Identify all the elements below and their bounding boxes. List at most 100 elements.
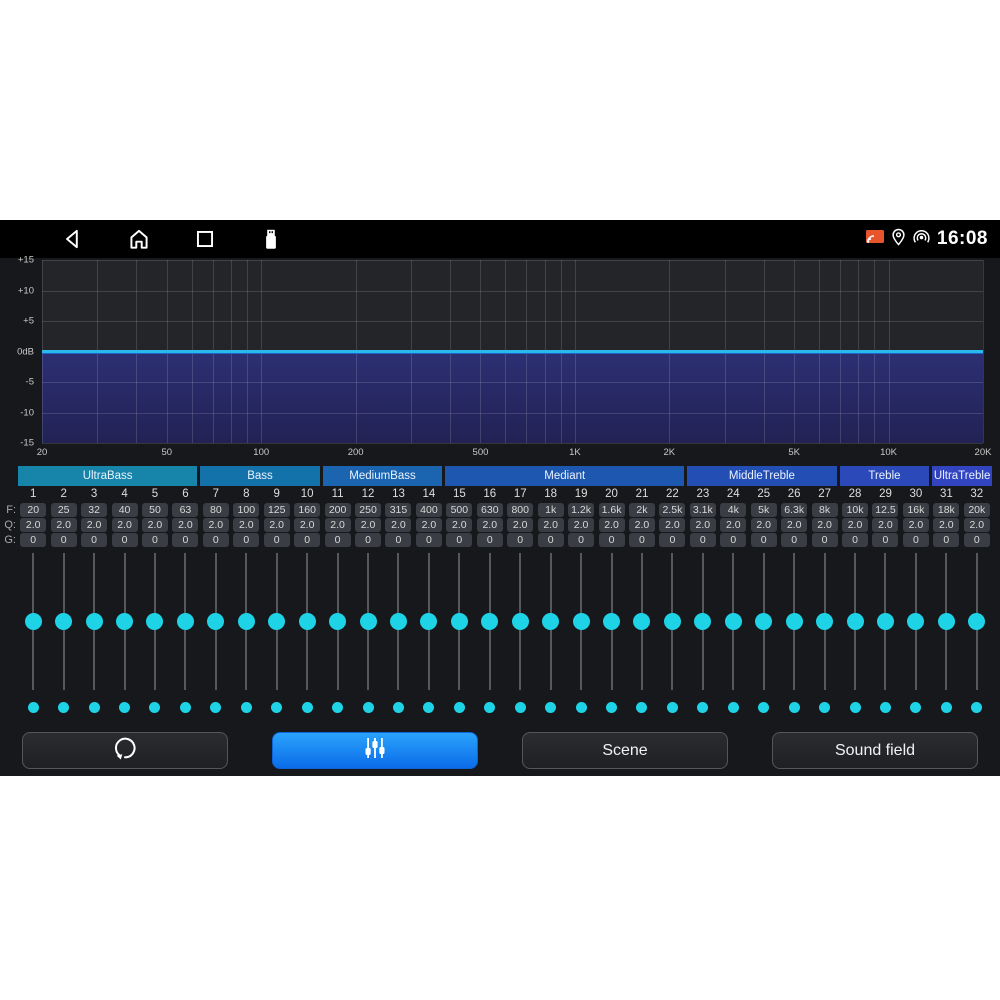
band-slider[interactable] — [566, 553, 596, 690]
recents-button[interactable] — [192, 226, 218, 252]
q-value-chip: 2.0 — [507, 518, 533, 532]
row-label-frequency: F: — [1, 504, 16, 516]
slider-thumb[interactable] — [816, 613, 833, 630]
slider-thumb[interactable] — [177, 613, 194, 630]
band-cell: 2.0 — [749, 518, 779, 533]
band-slider[interactable] — [140, 553, 170, 690]
reset-button[interactable] — [22, 732, 228, 769]
band-slider[interactable] — [79, 553, 109, 690]
slider-thumb[interactable] — [86, 613, 103, 630]
band-dot-cell — [962, 700, 992, 714]
slider-thumb[interactable] — [603, 613, 620, 630]
slider-thumb[interactable] — [360, 613, 377, 630]
slider-thumb[interactable] — [146, 613, 163, 630]
slider-thumb[interactable] — [755, 613, 772, 630]
band-slider[interactable] — [809, 553, 839, 690]
slider-thumb[interactable] — [420, 613, 437, 630]
band-slider[interactable] — [322, 553, 352, 690]
band-slider[interactable] — [749, 553, 779, 690]
gain-value-chip: 0 — [933, 533, 959, 547]
band-number: 5 — [140, 488, 170, 501]
band-cell: 500 — [444, 503, 474, 518]
slider-thumb[interactable] — [512, 613, 529, 630]
slider-thumb[interactable] — [847, 613, 864, 630]
freq-value-chip: 1.2k — [568, 503, 594, 517]
q-value-chip: 2.0 — [568, 518, 594, 532]
slider-thumb[interactable] — [786, 613, 803, 630]
band-slider[interactable] — [779, 553, 809, 690]
band-slider[interactable] — [383, 553, 413, 690]
slider-thumb[interactable] — [481, 613, 498, 630]
slider-thumb[interactable] — [968, 613, 985, 630]
band-indicator-dot — [576, 702, 587, 713]
band-slider[interactable] — [292, 553, 322, 690]
q-value-chip: 2.0 — [325, 518, 351, 532]
slider-thumb[interactable] — [55, 613, 72, 630]
band-slider[interactable] — [657, 553, 687, 690]
gain-value-chip: 0 — [720, 533, 746, 547]
y-axis-label: +10 — [18, 285, 34, 296]
band-slider[interactable] — [475, 553, 505, 690]
slider-thumb[interactable] — [390, 613, 407, 630]
band-number: 3 — [79, 488, 109, 501]
band-slider[interactable] — [201, 553, 231, 690]
back-button[interactable] — [60, 226, 86, 252]
slider-thumb[interactable] — [664, 613, 681, 630]
band-indicator-dot — [119, 702, 130, 713]
band-slider[interactable] — [48, 553, 78, 690]
band-slider[interactable] — [718, 553, 748, 690]
slider-thumb[interactable] — [633, 613, 650, 630]
grid-hline — [42, 291, 983, 292]
slider-thumb[interactable] — [907, 613, 924, 630]
band-cell: 250 — [353, 503, 383, 518]
slider-thumb[interactable] — [299, 613, 316, 630]
slider-thumb[interactable] — [938, 613, 955, 630]
home-button[interactable] — [126, 226, 152, 252]
band-indicator-dot — [667, 702, 678, 713]
band-number: 21 — [627, 488, 657, 501]
slider-thumb[interactable] — [694, 613, 711, 630]
slider-thumb[interactable] — [268, 613, 285, 630]
usb-drive-icon[interactable] — [258, 226, 284, 252]
band-indicator-dot — [880, 702, 891, 713]
band-slider[interactable] — [931, 553, 961, 690]
freq-value-chip: 5k — [751, 503, 777, 517]
slider-thumb[interactable] — [116, 613, 133, 630]
band-slider[interactable] — [505, 553, 535, 690]
band-slider[interactable] — [18, 553, 48, 690]
band-slider[interactable] — [170, 553, 200, 690]
band-slider[interactable] — [109, 553, 139, 690]
band-slider[interactable] — [444, 553, 474, 690]
band-slider[interactable] — [231, 553, 261, 690]
slider-thumb[interactable] — [238, 613, 255, 630]
slider-thumb[interactable] — [451, 613, 468, 630]
sound-field-button[interactable]: Sound field — [772, 732, 978, 769]
band-slider[interactable] — [688, 553, 718, 690]
slider-thumb[interactable] — [573, 613, 590, 630]
slider-thumb[interactable] — [207, 613, 224, 630]
band-cell: 0 — [48, 533, 78, 548]
band-slider[interactable] — [596, 553, 626, 690]
band-cell: 0 — [718, 533, 748, 548]
band-dot-cell — [18, 700, 48, 714]
band-cell: 0 — [231, 533, 261, 548]
band-slider[interactable] — [262, 553, 292, 690]
band-slider[interactable] — [535, 553, 565, 690]
band-slider[interactable] — [870, 553, 900, 690]
scene-button[interactable]: Scene — [522, 732, 728, 769]
band-slider[interactable] — [840, 553, 870, 690]
band-slider[interactable] — [414, 553, 444, 690]
band-slider[interactable] — [353, 553, 383, 690]
band-slider[interactable] — [627, 553, 657, 690]
slider-thumb[interactable] — [329, 613, 346, 630]
band-slider[interactable] — [962, 553, 992, 690]
freq-value-chip: 20k — [964, 503, 990, 517]
eq-button[interactable] — [272, 732, 478, 769]
band-slider[interactable] — [901, 553, 931, 690]
slider-thumb[interactable] — [725, 613, 742, 630]
slider-thumb[interactable] — [877, 613, 894, 630]
slider-thumb[interactable] — [25, 613, 42, 630]
band-cell: 18k — [931, 503, 961, 518]
band-cell: 0 — [749, 533, 779, 548]
slider-thumb[interactable] — [542, 613, 559, 630]
